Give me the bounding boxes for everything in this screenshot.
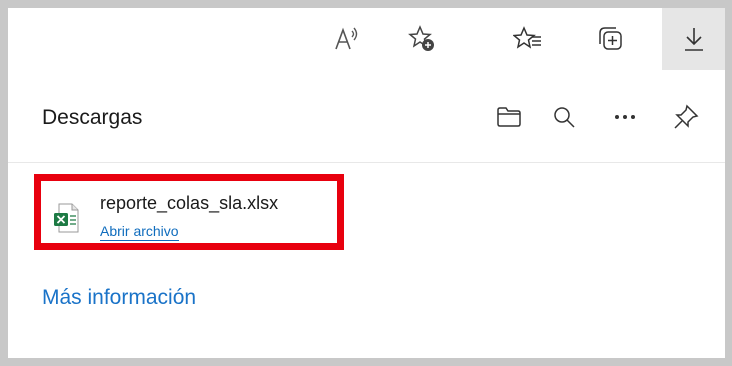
add-favorite-icon	[408, 25, 434, 51]
add-favorite-button[interactable]	[400, 17, 444, 61]
more-info-link[interactable]: Más información	[42, 286, 196, 310]
more-options-button[interactable]	[605, 97, 645, 137]
browser-window: Descargas reporte_colas_sla.xlsx Abrir a…	[8, 8, 725, 358]
open-file-link[interactable]: Abrir archivo	[100, 223, 179, 241]
browser-toolbar	[8, 8, 725, 70]
read-aloud-button[interactable]	[326, 17, 370, 61]
search-icon	[554, 107, 575, 128]
excel-file-icon	[54, 203, 79, 233]
read-aloud-icon	[335, 27, 358, 50]
open-downloads-folder-button[interactable]	[489, 97, 529, 137]
collections-icon	[599, 27, 622, 50]
panel-title: Descargas	[42, 106, 143, 129]
pin-panel-button[interactable]	[666, 97, 706, 137]
downloads-panel: Descargas reporte_colas_sla.xlsx Abrir a…	[8, 70, 725, 358]
open-folder-icon	[497, 107, 521, 127]
download-file-name: reporte_colas_sla.xlsx	[100, 193, 279, 213]
favorites-button[interactable]	[506, 17, 550, 61]
collections-button[interactable]	[588, 17, 632, 61]
pin-icon	[674, 104, 699, 129]
search-downloads-button[interactable]	[544, 97, 584, 137]
more-options-icon	[615, 115, 635, 119]
downloads-icon	[684, 28, 703, 51]
downloads-button[interactable]	[662, 8, 725, 70]
download-item[interactable]: reporte_colas_sla.xlsx Abrir archivo	[34, 174, 344, 250]
panel-header: Descargas	[8, 70, 725, 163]
favorites-icon	[513, 26, 541, 49]
